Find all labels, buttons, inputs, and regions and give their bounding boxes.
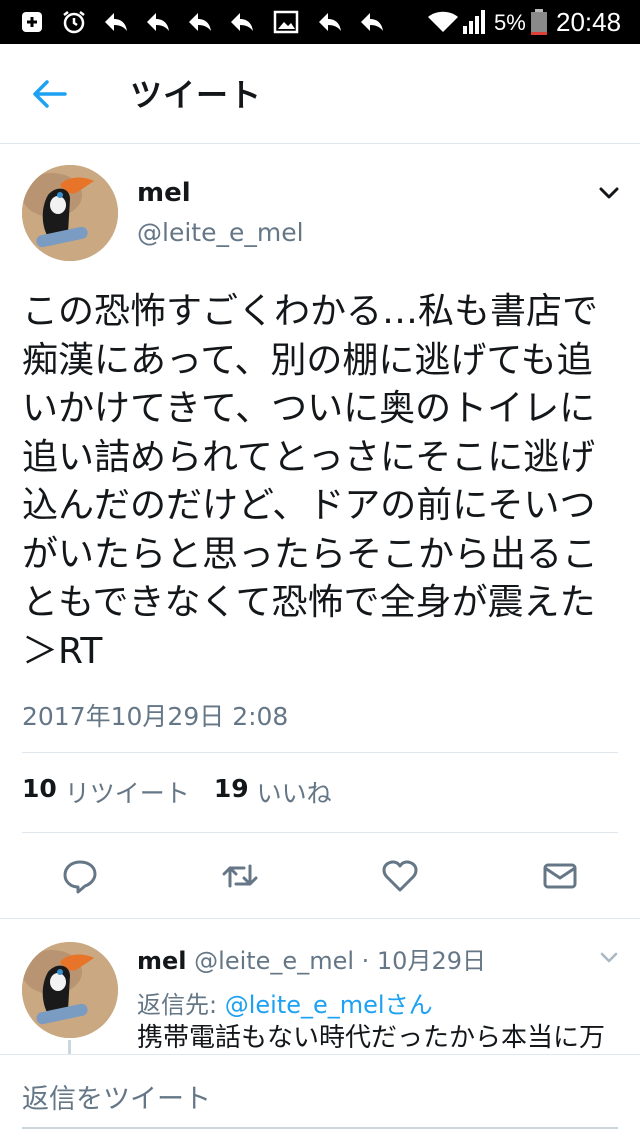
reply-icon[interactable] xyxy=(60,856,100,896)
tweet-stats: 10 リツイート 19 いいね xyxy=(22,774,332,810)
page-title: ツイート xyxy=(130,76,263,114)
retweet-icon[interactable] xyxy=(220,856,260,896)
reply-arrow-icon xyxy=(316,8,344,36)
app-header: ツイート xyxy=(0,44,640,144)
like-count: 19 xyxy=(213,774,249,803)
section-divider xyxy=(0,918,640,919)
reply-avatar[interactable] xyxy=(22,942,118,1038)
back-button[interactable] xyxy=(22,70,78,118)
retweet-count: 10 xyxy=(22,774,57,803)
input-underline xyxy=(22,1127,618,1129)
reply-header: mel @leite_e_mel · 10月29日 xyxy=(137,941,486,976)
reply-separator: · xyxy=(354,947,377,975)
author-name[interactable]: mel xyxy=(137,178,191,208)
reply-arrow-icon xyxy=(228,8,256,36)
share-mail-icon[interactable] xyxy=(540,856,580,896)
author-handle[interactable]: @leite_e_mel xyxy=(137,218,304,247)
reply-author-handle[interactable]: @leite_e_mel xyxy=(194,947,354,975)
battery-icon xyxy=(530,8,548,36)
reply-to-label: 返信先: xyxy=(137,991,225,1019)
divider xyxy=(22,832,618,833)
status-time: 20:48 xyxy=(556,7,622,37)
plus-box-icon xyxy=(18,8,46,36)
like-count-link[interactable]: 19 いいね xyxy=(214,774,332,810)
author-avatar[interactable] xyxy=(22,165,118,261)
retweet-label: リツイート xyxy=(64,779,190,808)
divider xyxy=(22,752,618,753)
thread-line xyxy=(68,1040,71,1054)
reply-input[interactable]: 返信をツイート xyxy=(22,1077,211,1116)
reply-composer: 返信をツイート xyxy=(0,1054,640,1138)
reply-arrow-icon xyxy=(186,8,214,36)
back-arrow-icon xyxy=(33,80,67,108)
chevron-down-icon[interactable] xyxy=(598,946,620,968)
alarm-icon xyxy=(60,8,88,36)
battery-percent: 5% xyxy=(494,10,526,35)
tweet-timestamp: 2017年10月29日 2:08 xyxy=(22,702,289,731)
reply-arrow-icon xyxy=(358,8,386,36)
reply-arrow-icon xyxy=(144,8,172,36)
image-icon xyxy=(272,8,300,36)
reply-to-line: 返信先: @leite_e_melさん xyxy=(137,985,433,1020)
wifi-icon xyxy=(426,8,460,36)
signal-icon xyxy=(462,8,488,36)
reply-date: 10月29日 xyxy=(376,947,486,975)
chevron-down-icon[interactable] xyxy=(596,180,622,206)
reply-text-container: 携帯電話もない時代だったから本当に万 xyxy=(137,1022,627,1054)
like-label: いいね xyxy=(256,779,332,808)
reply-to-handle-link[interactable]: @leite_e_melさん xyxy=(225,991,433,1019)
reply-author-name[interactable]: mel xyxy=(137,947,187,975)
retweet-count-link[interactable]: 10 リツイート xyxy=(22,774,190,810)
reply-arrow-icon xyxy=(102,8,130,36)
tweet-text: この恐怖すごくわかる…私も書店で痴漢にあって、別の棚に逃げても追いかけてきて、つ… xyxy=(22,291,599,672)
like-icon[interactable] xyxy=(380,856,420,896)
status-bar: 5% 20:48 xyxy=(0,0,640,44)
reply-text: 携帯電話もない時代だったから本当に万 xyxy=(137,1023,606,1053)
